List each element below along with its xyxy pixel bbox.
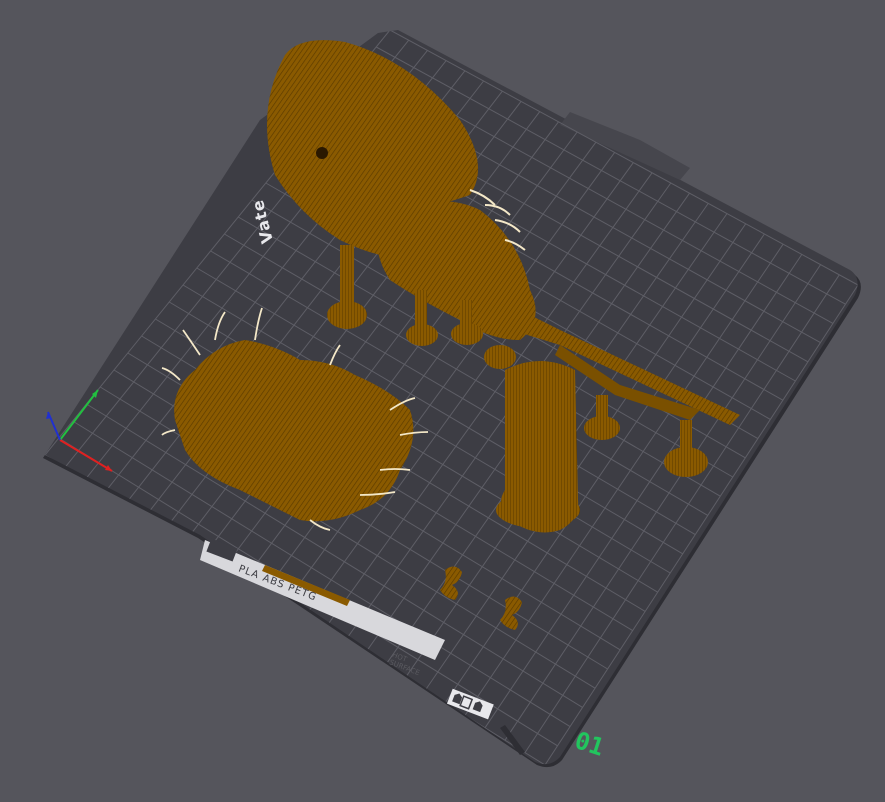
3d-viewport[interactable]: Vate PLA ABS PETG HOT SURFACE 01 — [0, 0, 885, 798]
model-tower[interactable] — [496, 361, 580, 533]
scene — [43, 30, 861, 768]
